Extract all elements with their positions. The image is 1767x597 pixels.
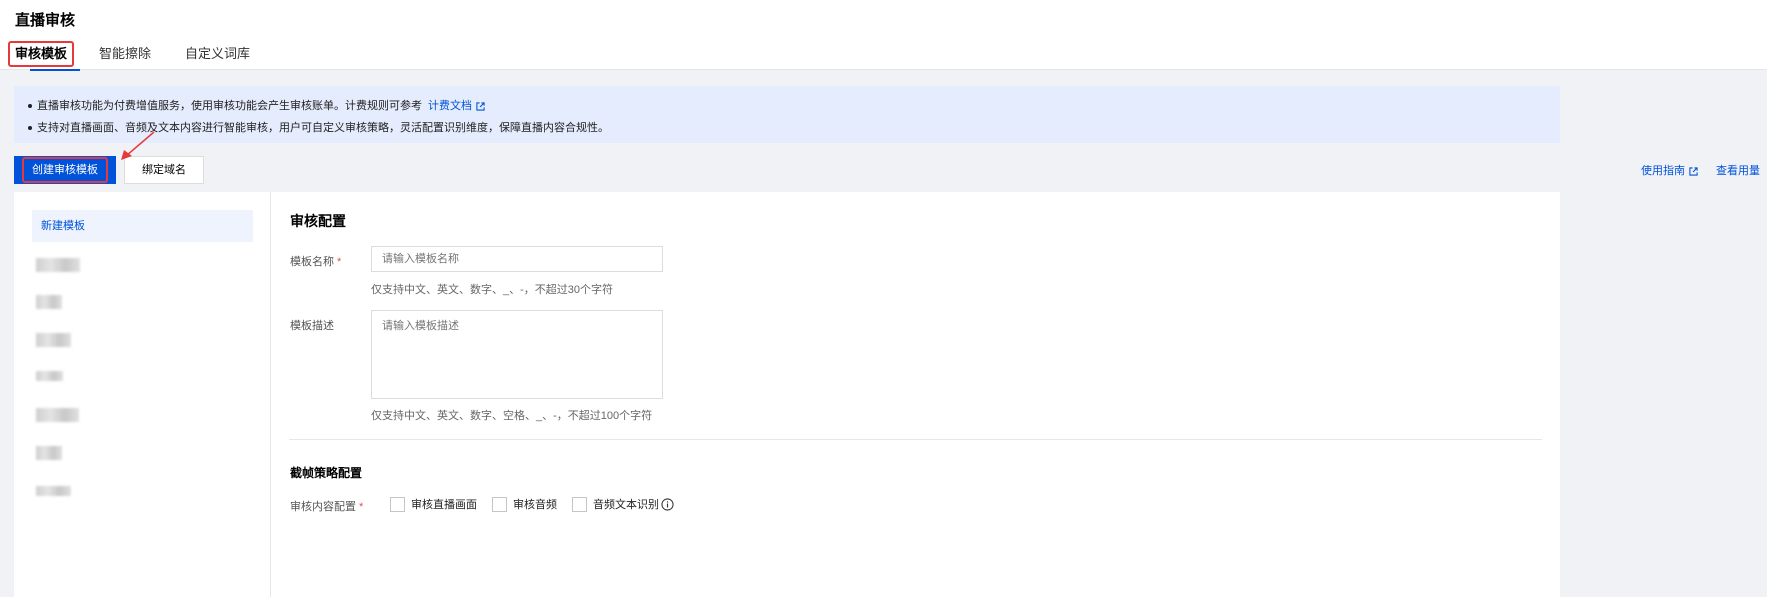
sidebar-item-redacted[interactable] <box>36 446 62 460</box>
template-sidebar: 新建模板 <box>14 192 271 597</box>
checkbox-box[interactable] <box>492 496 507 512</box>
checkbox-label: 音频文本识别 <box>593 499 659 511</box>
checkbox-box[interactable] <box>572 496 587 512</box>
template-name-hint: 仅支持中文、英文、数字、_、-，不超过30个字符 <box>371 284 614 296</box>
sidebar-item-redacted[interactable] <box>36 486 71 496</box>
external-link-icon[interactable] <box>476 101 485 111</box>
usage-guide-label: 使用指南 <box>1641 165 1685 177</box>
sidebar-item-redacted[interactable] <box>36 295 62 309</box>
sidebar-item-redacted[interactable] <box>36 408 79 422</box>
annotation-highlight-create <box>22 157 108 183</box>
sidebar-item-new-template[interactable]: 新建模板 <box>32 210 253 242</box>
top-right-links: 使用指南 查看用量 <box>1641 162 1760 178</box>
frame-strategy-title: 截帧策略配置 <box>290 466 363 480</box>
notice-line-1: 直播审核功能为付费增值服务，使用审核功能会产生审核账单。计费规则可参考 计费文档 <box>28 97 485 113</box>
external-link-icon <box>1689 166 1698 176</box>
tab-smart-erase[interactable]: 智能擦除 <box>99 40 169 70</box>
content-checkbox-group: 审核直播画面 审核音频 音频文本识别 <box>390 496 674 512</box>
sidebar-item-redacted[interactable] <box>36 258 80 272</box>
info-icon[interactable] <box>661 497 674 511</box>
content-config-label: 审核内容配置 * <box>290 498 363 514</box>
checkbox-review-video[interactable]: 审核直播画面 <box>390 496 477 512</box>
checkbox-review-audio[interactable]: 审核音频 <box>492 496 557 512</box>
content-config-label-text: 审核内容配置 <box>290 501 356 513</box>
sidebar-item-redacted[interactable] <box>36 333 71 347</box>
section-divider <box>289 439 1542 440</box>
annotation-highlight-tab <box>8 41 74 67</box>
review-config-title: 审核配置 <box>290 213 346 229</box>
info-notice: 直播审核功能为付费增值服务，使用审核功能会产生审核账单。计费规则可参考 计费文档 … <box>14 86 1560 143</box>
required-mark: * <box>337 256 342 268</box>
checkbox-label: 审核直播画面 <box>411 499 477 511</box>
checkbox-box[interactable] <box>390 496 405 512</box>
template-name-label: 模板名称 * <box>290 253 341 269</box>
checkbox-label: 审核音频 <box>513 499 557 511</box>
checkbox-audio-text-recognition[interactable]: 音频文本识别 <box>572 496 674 512</box>
template-name-input[interactable] <box>371 246 663 272</box>
usage-guide-link[interactable]: 使用指南 <box>1641 162 1698 178</box>
notice-line-2: 支持对直播画面、音频及文本内容进行智能审核，用户可自定义审核策略，灵活配置识别维… <box>28 119 609 135</box>
top-bar: 直播审核 审核模板 智能擦除 自定义词库 <box>0 0 1767 71</box>
template-desc-hint: 仅支持中文、英文、数字、空格、_、-，不超过100个字符 <box>371 410 653 422</box>
template-name-label-text: 模板名称 <box>290 256 334 268</box>
bullet-icon <box>28 104 32 109</box>
view-usage-link[interactable]: 查看用量 <box>1716 162 1760 178</box>
bullet-icon <box>28 126 32 131</box>
page-title: 直播审核 <box>15 12 76 29</box>
main-panel: 新建模板 审核配置 模板名称* 仅支持中文、英文、数字、_、-，不超过30个字符… <box>14 192 1560 597</box>
required-mark: * <box>359 501 364 513</box>
sidebar-item-redacted[interactable] <box>36 371 63 381</box>
notice-text-1: 直播审核功能为付费增值服务，使用审核功能会产生审核账单。计费规则可参考 <box>37 100 422 112</box>
tab-custom-lexicon[interactable]: 自定义词库 <box>185 40 265 70</box>
annotation-arrow-icon <box>121 131 155 160</box>
billing-doc-link[interactable]: 计费文档 <box>428 100 472 112</box>
template-desc-label: 模板描述 <box>290 320 334 332</box>
template-desc-textarea[interactable] <box>371 310 663 399</box>
